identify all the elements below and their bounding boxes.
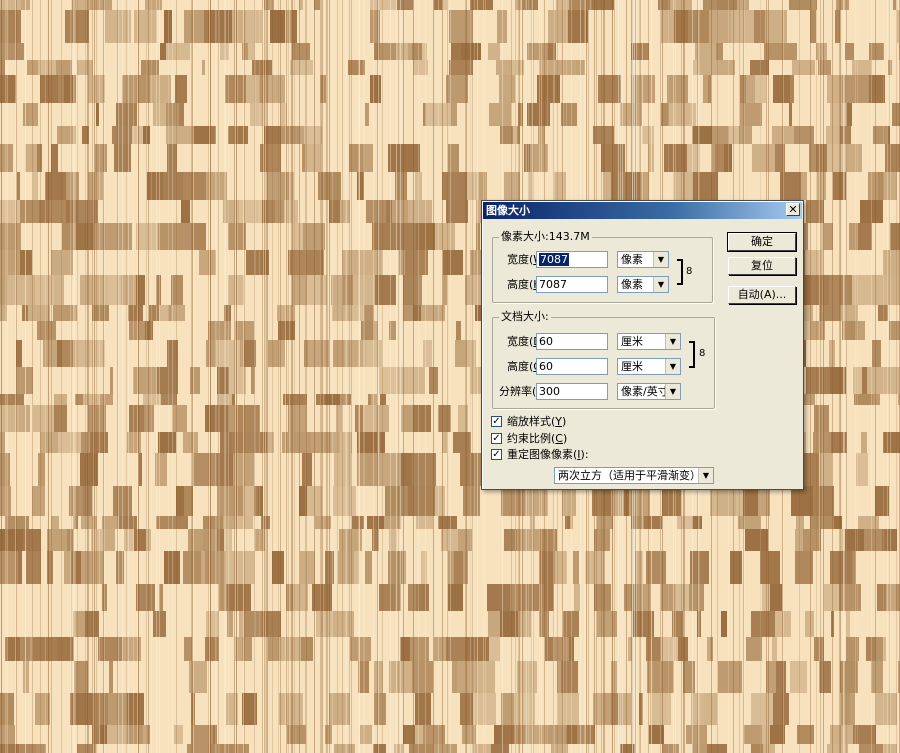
resample-method-select[interactable]: 两次立方（适用于平滑渐变） ▼ xyxy=(554,467,714,484)
pixel-height-input[interactable]: 7087 xyxy=(536,276,608,293)
pixel-width-unit-select[interactable]: 像素 ▼ xyxy=(617,251,669,268)
resolution-unit-select[interactable]: 像素/英寸 ▼ xyxy=(617,383,681,400)
constrain-proportions-label: 约束比例(C) xyxy=(507,432,568,445)
chevron-down-icon: ▼ xyxy=(665,334,680,349)
chevron-down-icon: ▼ xyxy=(653,277,668,292)
resample-checkbox[interactable]: ✓ xyxy=(491,449,502,460)
ok-button[interactable]: 确定 xyxy=(727,232,797,252)
document-size-title: 文档大小: xyxy=(499,310,551,323)
dialog-title: 图像大小 xyxy=(486,204,530,217)
resample-label: 重定图像像素(I): xyxy=(507,448,589,461)
reset-button[interactable]: 复位 xyxy=(728,257,796,275)
pixel-width-input[interactable]: 7087 xyxy=(536,251,608,268)
doc-link-bracket xyxy=(689,341,695,368)
chain-link-icon: 8 xyxy=(686,266,693,277)
constrain-proportions-checkbox[interactable]: ✓ xyxy=(491,433,502,444)
image-size-dialog: 图像大小 ✕ 像素大小:143.7M 宽度(W): 7087 像素▼ 高度(H)… xyxy=(481,200,804,490)
pixel-height-unit-select[interactable]: 像素 ▼ xyxy=(617,276,669,293)
resolution-input[interactable]: 300 xyxy=(536,383,608,400)
chevron-down-icon: ▼ xyxy=(653,252,668,267)
scale-styles-checkbox[interactable]: ✓ xyxy=(491,416,502,427)
dialog-titlebar[interactable]: 图像大小 ✕ xyxy=(483,202,802,219)
doc-height-unit-select[interactable]: 厘米 ▼ xyxy=(617,358,681,375)
chevron-down-icon: ▼ xyxy=(665,359,680,374)
close-icon: ✕ xyxy=(788,203,798,216)
pixel-link-bracket xyxy=(677,259,683,285)
doc-width-input[interactable]: 60 xyxy=(536,333,608,350)
chevron-down-icon: ▼ xyxy=(698,468,713,483)
pixel-dimensions-group: 像素大小:143.7M 宽度(W): 7087 像素▼ 高度(H): 7087 … xyxy=(492,231,713,303)
doc-height-input[interactable]: 60 xyxy=(536,358,608,375)
doc-width-unit-select[interactable]: 厘米 ▼ xyxy=(617,333,681,350)
chain-link-icon: 8 xyxy=(699,348,706,359)
pixel-dimensions-title: 像素大小:143.7M xyxy=(499,230,592,243)
auto-button[interactable]: 自动(A)... xyxy=(728,286,796,304)
close-button[interactable]: ✕ xyxy=(786,203,800,216)
chevron-down-icon: ▼ xyxy=(665,384,680,399)
scale-styles-label: 缩放样式(Y) xyxy=(507,415,567,428)
document-size-group: 文档大小: 宽度(D): 60 厘米▼ 高度(G): 60 厘米▼ 分辨率(R)… xyxy=(492,311,715,409)
